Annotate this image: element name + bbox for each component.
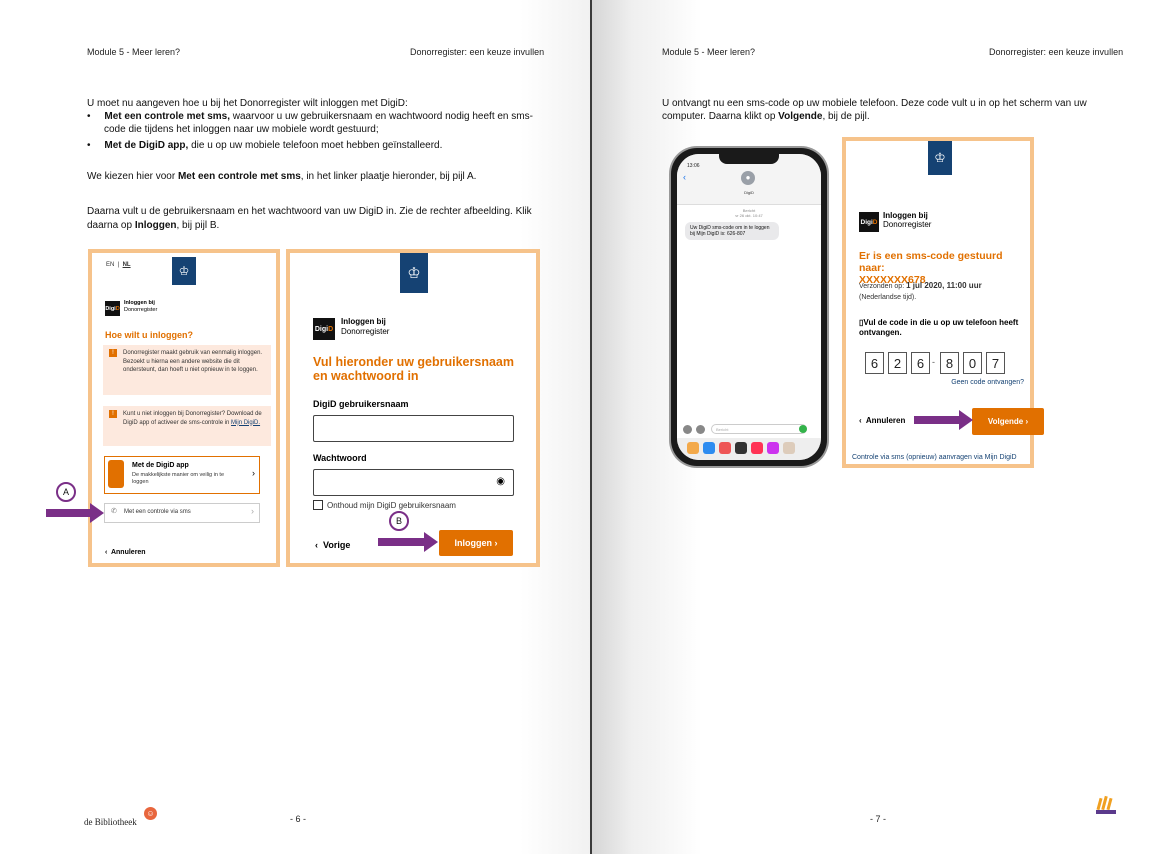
header-left: Module 5 - Meer leren?: [662, 47, 756, 57]
intro-text: U moet nu aangeven hoe u bij het Donorre…: [87, 98, 408, 109]
back-chevron-icon[interactable]: ‹: [683, 172, 686, 182]
next-button[interactable]: Volgende ›: [972, 408, 1044, 435]
paragraph-login-line1: Daarna vult u de gebruikersnaam en het w…: [87, 206, 532, 217]
back-link[interactable]: ‹ Vorige: [315, 540, 350, 550]
arrow-a: [46, 503, 104, 523]
bullet-1-cont: code die tijdens het inloggen naar uw mo…: [104, 124, 379, 135]
password-input[interactable]: ◉: [313, 469, 514, 496]
code-digit-6[interactable]: 7: [986, 352, 1005, 374]
chevron-right-icon: ›: [252, 468, 255, 478]
header-right: Donorregister: een keuze invullen: [410, 47, 545, 57]
sms-bubble: Uw DigiD sms-code om in te loggen bij Mi…: [685, 222, 779, 240]
digital-touch-icon[interactable]: [735, 442, 747, 454]
info-box-2: ! Kunt u niet inloggen bij Donorregister…: [103, 406, 271, 446]
username-input[interactable]: [313, 415, 514, 442]
timezone: (Nederlandse tijd).: [859, 294, 917, 301]
sent-info: Verzonden op: 1 jul 2020, 11:00 uur: [859, 281, 982, 290]
app-tray: [677, 438, 821, 460]
code-separator: -: [932, 357, 935, 367]
code-digit-3[interactable]: 6: [911, 352, 930, 374]
checkbox-icon[interactable]: [313, 500, 323, 510]
logo-text: Inloggen bij Donorregister: [341, 317, 390, 336]
message-input[interactable]: Bericht: [711, 424, 807, 434]
phone-icon: [108, 460, 124, 488]
code-digit-5[interactable]: 0: [963, 352, 982, 374]
arrow-b: [378, 532, 438, 552]
left-page: Module 5 - Meer leren? Donorregister: ee…: [0, 0, 590, 854]
username-label: DigiD gebruikersnaam: [313, 399, 409, 409]
bibliotheek-logo: de Bibliotheek: [84, 817, 137, 827]
header-right: Donorregister: een keuze invullen: [989, 47, 1124, 57]
paragraph-sms-line2: computer. Daarna klikt op Volgende, bij …: [662, 111, 870, 122]
contact-name: DigiD: [744, 190, 754, 195]
instruction: ▯Vul de code in die u op uw telefoon hee…: [859, 318, 1019, 337]
code-digit-2[interactable]: 2: [888, 352, 907, 374]
remember-checkbox[interactable]: Onthoud mijn DigiD gebruikersnaam: [313, 500, 456, 510]
login-button[interactable]: Inloggen ›: [439, 530, 513, 556]
screenshot-login-choice: EN | NL ♔ Digi D Inloggen bij Donorregiste…: [88, 249, 280, 567]
bullet-2: • Met de DigiD app, die u op uw mobiele …: [87, 140, 443, 151]
chevron-right-icon: ›: [251, 506, 254, 516]
digid-logo: Digi D: [313, 318, 335, 340]
phone-screen: 13:06 ‹ ● DigiD Bericht vr 26 okt. 10:47 …: [677, 154, 821, 460]
paragraph-login-line2: daarna op Inloggen, bij pijl B.: [87, 220, 220, 231]
right-page: Module 5 - Meer leren? Donorregister: ee…: [592, 0, 1161, 854]
mijn-digid-link[interactable]: Mijn DigiD.: [231, 420, 260, 426]
password-label: Wachtwoord: [313, 453, 367, 463]
message-input-row: Bericht: [681, 424, 817, 436]
contact-avatar: ●: [741, 171, 755, 185]
gif-icon[interactable]: [767, 442, 779, 454]
send-icon[interactable]: [799, 425, 807, 433]
photos-icon[interactable]: [687, 442, 699, 454]
credentials-heading: Vul hieronder uw gebruikersnaam en wacht…: [313, 355, 514, 383]
phone-mockup: 13:06 ‹ ● DigiD Bericht vr 26 okt. 10:47 …: [671, 148, 827, 466]
sms-option[interactable]: ✆ Met een controle via sms ›: [104, 503, 260, 523]
rijksoverheid-logo: ♔: [172, 257, 196, 285]
choice-heading: Hoe wilt u inloggen?: [105, 330, 193, 340]
page-number-left: - 6 -: [290, 814, 307, 824]
appstore-icon[interactable]: [696, 425, 705, 434]
eye-icon[interactable]: ◉: [496, 476, 505, 487]
no-code-link[interactable]: Geen code ontvangen?: [951, 379, 1024, 386]
warning-icon: !: [109, 349, 117, 357]
music-icon[interactable]: [751, 442, 763, 454]
more-apps-icon[interactable]: [783, 442, 795, 454]
sms-icon: ✆: [111, 508, 117, 515]
marker-b: B: [389, 511, 409, 531]
digid-app-option[interactable]: Met de DigiD app De makkelijkste manier …: [104, 456, 260, 494]
phone-time: 13:06: [687, 163, 700, 169]
cancel-link[interactable]: ‹ Annuleren: [105, 549, 146, 556]
marker-a: A: [56, 482, 76, 502]
message-stamp: Bericht vr 26 okt. 10:47: [735, 208, 763, 218]
resend-link[interactable]: Controle via sms (opnieuw) aanvragen via…: [852, 454, 1032, 461]
info-box-1: ! Donorregister maakt gebruik van eenmal…: [103, 345, 271, 395]
arrow-next: [914, 410, 974, 430]
logo-text: Inloggen bij Donorregister: [124, 300, 158, 313]
rijksoverheid-logo: ♔: [400, 253, 428, 293]
page-number-right: - 7 -: [870, 814, 887, 824]
bibliotheek-icon: ☺: [144, 807, 157, 820]
warning-icon: !: [109, 410, 117, 418]
header-left: Module 5 - Meer leren?: [87, 47, 181, 57]
digid-logo: Digi D: [105, 301, 120, 316]
memoji-icon[interactable]: [719, 442, 731, 454]
store-icon[interactable]: [703, 442, 715, 454]
logo-text: Inloggen bij Donorregister: [883, 211, 932, 229]
rijksoverheid-logo: ♔: [928, 141, 952, 175]
screenshot-credentials: ♔ Digi D Inloggen bij Donorregister Vul hi…: [286, 249, 540, 567]
paragraph-choice: We kiezen hier voor Met een controle met…: [87, 171, 477, 182]
paragraph-sms-line1: U ontvangt nu een sms-code op uw mobiele…: [662, 98, 1087, 109]
digid-logo: Digi D: [859, 212, 879, 232]
code-digit-4[interactable]: 8: [940, 352, 959, 374]
code-digit-1[interactable]: 6: [865, 352, 884, 374]
footer-logo: [1094, 794, 1118, 816]
language-switch[interactable]: EN | NL: [106, 262, 131, 268]
phone-notch: [719, 154, 779, 164]
bullet-1: • Met een controle met sms, waarvoor u u…: [87, 111, 533, 122]
camera-icon[interactable]: [683, 425, 692, 434]
cancel-link[interactable]: ‹ Annuleren: [859, 416, 905, 425]
